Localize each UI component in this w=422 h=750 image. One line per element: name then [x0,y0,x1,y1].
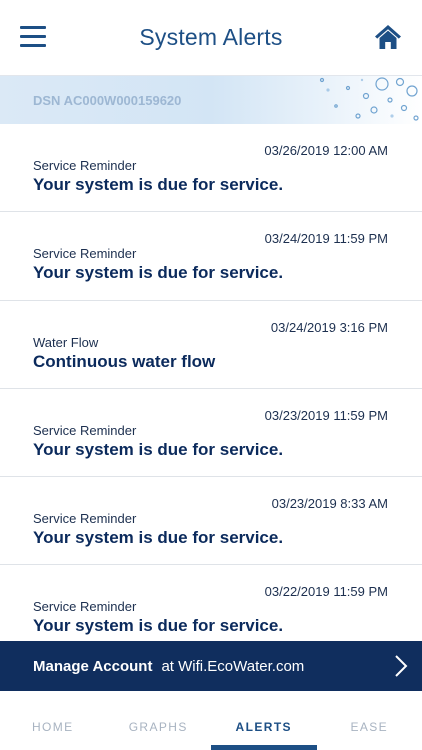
page-title: System Alerts [139,24,283,50]
tab-ease[interactable]: EASE [317,691,422,750]
alert-type: Service Reminder [33,599,137,615]
water-bubbles-icon [319,77,419,121]
tab-label: HOME [31,720,74,734]
alert-item[interactable]: 03/22/2019 11:59 PM Service Reminder You… [0,565,422,641]
tab-label: ALERTS [235,720,292,734]
manage-account-link[interactable]: Manage Account at Wifi.EcoWater.com [0,641,422,691]
tab-alerts[interactable]: ALERTS [211,691,317,750]
device-serial-number: DSN AC000W000159620 [33,93,182,108]
manage-account-url: at Wifi.EcoWater.com [161,657,305,675]
alert-type: Service Reminder [33,158,137,173]
tab-label: GRAPHS [128,720,188,734]
alert-message: Your system is due for service. [33,263,284,283]
bottom-tab-bar: HOME GRAPHS ALERTS EASE [0,691,422,750]
alerts-list[interactable]: 03/26/2019 12:00 AM Service Reminder You… [0,124,422,641]
tab-graphs[interactable]: GRAPHS [106,691,212,750]
alert-message: Your system is due for service. [33,439,284,459]
alert-item[interactable]: 03/23/2019 8:33 AM Service Reminder Your… [0,477,422,566]
alert-type: Service Reminder [33,511,137,527]
tab-home[interactable]: HOME [0,691,106,750]
alert-item[interactable]: 03/24/2019 3:16 PM Water Flow Continuous… [0,300,422,389]
alert-item[interactable]: 03/24/2019 11:59 PM Service Reminder You… [0,212,422,301]
hamburger-menu-icon[interactable] [20,26,46,48]
alert-timestamp: 03/23/2019 8:33 AM [271,496,388,512]
alert-item[interactable]: 03/23/2019 11:59 PM Service Reminder You… [0,388,422,478]
alert-message: Continuous water flow [33,351,216,371]
alert-timestamp: 03/26/2019 12:00 AM [264,143,388,158]
alert-type: Service Reminder [33,246,137,262]
alert-message: Your system is due for service. [33,528,284,548]
alert-timestamp: 03/22/2019 11:59 PM [264,584,388,600]
chevron-right-icon [395,655,408,677]
alert-message: Your system is due for service. [33,175,284,194]
alert-type: Service Reminder [33,422,137,438]
manage-account-label: Manage Account [33,657,153,675]
alert-timestamp: 03/23/2019 11:59 PM [264,407,388,423]
alert-timestamp: 03/24/2019 11:59 PM [264,231,388,247]
tab-label: EASE [350,720,389,734]
alert-item[interactable]: 03/26/2019 12:00 AM Service Reminder You… [0,124,422,213]
alert-type: Water Flow [33,334,99,350]
device-serial-banner: DSN AC000W000159620 [0,76,422,124]
alert-message: Your system is due for service. [33,616,284,636]
app-header: System Alerts [0,0,422,76]
home-icon[interactable] [374,24,402,50]
alert-timestamp: 03/24/2019 3:16 PM [270,319,388,335]
